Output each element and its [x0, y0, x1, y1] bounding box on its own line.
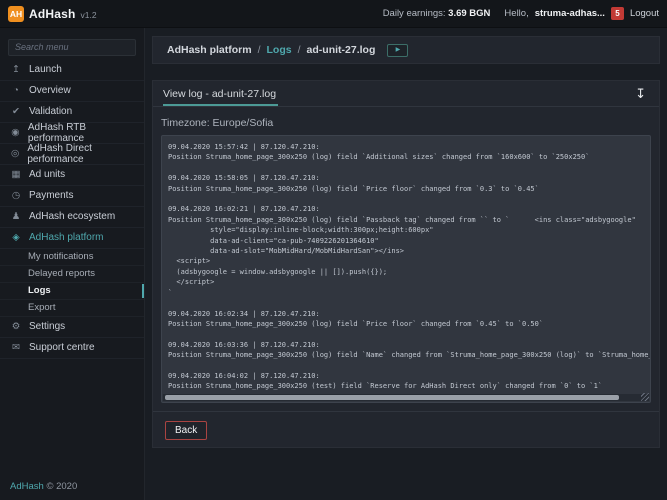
- resize-grip[interactable]: [641, 393, 649, 401]
- sidebar-subitem-my-notifications[interactable]: My notifications: [0, 249, 144, 266]
- download-icon[interactable]: ↧: [632, 81, 649, 107]
- sidebar-item-label: Payments: [29, 190, 73, 201]
- view-log-card: View log - ad-unit-27.log ↧ Timezone: Eu…: [152, 80, 660, 448]
- sidebar-item-label: Overview: [29, 85, 71, 96]
- card-body: Timezone: Europe/Sofia 09.04.2020 15:57:…: [153, 107, 659, 448]
- username[interactable]: struma-adhas...: [535, 8, 605, 19]
- breadcrumb-logs-link[interactable]: Logs: [267, 44, 292, 56]
- footer-brand-link[interactable]: AdHash: [10, 481, 44, 492]
- log-viewer: 09.04.2020 15:57:42 | 87.120.47.210: Pos…: [161, 135, 651, 403]
- card-header: View log - ad-unit-27.log ↧: [153, 81, 659, 107]
- breadcrumb-current-file: ad-unit-27.log: [307, 44, 376, 56]
- daily-earnings: Daily earnings: 3.69 BGN: [383, 8, 491, 19]
- sidebar: ↥ Launch ◔ Overview ✔ Validation ◉ AdHas…: [0, 28, 145, 500]
- sidebar-item-label: Ad units: [29, 169, 65, 180]
- ad-units-icon: ▦: [10, 169, 22, 180]
- brand-name: AdHash: [29, 7, 76, 21]
- sidebar-subitem-label: Export: [28, 302, 55, 313]
- breadcrumb: AdHash platform / Logs / ad-unit-27.log …: [152, 36, 660, 64]
- page-title: View log - ad-unit-27.log: [163, 81, 278, 106]
- sidebar-item-settings[interactable]: ⚙ Settings: [0, 317, 144, 338]
- sidebar-subitem-delayed-reports[interactable]: Delayed reports: [0, 266, 144, 283]
- back-row: Back: [161, 412, 651, 440]
- sidebar-nav: ↥ Launch ◔ Overview ✔ Validation ◉ AdHas…: [0, 60, 144, 474]
- breadcrumb-separator: /: [258, 44, 261, 56]
- sidebar-item-label: Validation: [29, 106, 72, 117]
- sidebar-item-ad-units[interactable]: ▦ Ad units: [0, 165, 144, 186]
- logout-button[interactable]: Logout: [630, 8, 659, 19]
- search-menu-input[interactable]: [8, 39, 136, 56]
- greeting-text: Hello,: [504, 8, 528, 19]
- log-textarea[interactable]: 09.04.2020 15:57:42 | 87.120.47.210: Pos…: [162, 136, 650, 402]
- footer-copyright: © 2020: [46, 481, 77, 492]
- sidebar-subitem-label: Delayed reports: [28, 268, 95, 279]
- sidebar-footer: AdHash © 2020: [0, 473, 144, 500]
- user-area: Hello, struma-adhas... 5 Logout: [504, 7, 659, 20]
- sidebar-item-ecosystem[interactable]: ♟ AdHash ecosystem: [0, 207, 144, 228]
- brand-version: v1.2: [81, 10, 97, 20]
- sidebar-subitem-logs[interactable]: Logs: [0, 283, 144, 300]
- play-icon: ▶: [396, 47, 401, 53]
- sidebar-item-direct-performance[interactable]: ◎ AdHash Direct performance: [0, 144, 144, 165]
- support-centre-icon: ✉: [10, 342, 22, 353]
- sidebar-subitem-label: My notifications: [28, 251, 93, 262]
- horizontal-scrollbar: [163, 394, 649, 401]
- settings-gear-icon: ⚙: [10, 321, 22, 332]
- sidebar-search: [8, 37, 136, 56]
- breadcrumb-platform[interactable]: AdHash platform: [167, 44, 252, 56]
- sidebar-item-launch[interactable]: ↥ Launch: [0, 60, 144, 81]
- sidebar-item-label: AdHash ecosystem: [29, 211, 115, 222]
- rtb-performance-icon: ◉: [10, 127, 21, 138]
- daily-earnings-label: Daily earnings:: [383, 8, 446, 19]
- topbar-right: Daily earnings: 3.69 BGN Hello, struma-a…: [383, 7, 659, 20]
- breadcrumb-separator: /: [298, 44, 301, 56]
- sidebar-item-label: AdHash platform: [29, 232, 103, 243]
- sidebar-subitem-label: Logs: [28, 285, 51, 296]
- sidebar-subitem-export[interactable]: Export: [0, 300, 144, 317]
- platform-icon: ◈: [10, 232, 22, 243]
- sidebar-item-label: Settings: [29, 321, 65, 332]
- adhash-logo-icon: AH: [8, 6, 24, 22]
- main-content: AdHash platform / Logs / ad-unit-27.log …: [145, 28, 667, 500]
- sidebar-item-support-centre[interactable]: ✉ Support centre: [0, 338, 144, 359]
- horizontal-scrollbar-thumb[interactable]: [165, 395, 619, 400]
- back-button[interactable]: Back: [165, 421, 207, 440]
- sidebar-item-label: AdHash RTB performance: [28, 122, 134, 144]
- ecosystem-icon: ♟: [10, 211, 22, 222]
- daily-earnings-value: 3.69 BGN: [448, 8, 490, 19]
- sidebar-item-label: Launch: [29, 64, 62, 75]
- sidebar-item-label: AdHash Direct performance: [27, 143, 134, 165]
- brand[interactable]: AH AdHash v1.2: [8, 6, 97, 22]
- sidebar-item-platform[interactable]: ◈ AdHash platform: [0, 228, 144, 249]
- timezone-label: Timezone: Europe/Sofia: [161, 117, 651, 129]
- payments-icon: ◷: [10, 190, 22, 201]
- notification-badge[interactable]: 5: [611, 7, 624, 20]
- top-bar: AH AdHash v1.2 Daily earnings: 3.69 BGN …: [0, 0, 667, 28]
- sidebar-item-validation[interactable]: ✔ Validation: [0, 102, 144, 123]
- sidebar-item-payments[interactable]: ◷ Payments: [0, 186, 144, 207]
- sidebar-item-overview[interactable]: ◔ Overview: [0, 81, 144, 102]
- adhash-app: AH AdHash v1.2 Daily earnings: 3.69 BGN …: [0, 0, 667, 500]
- launch-icon: ↥: [10, 64, 22, 75]
- direct-performance-icon: ◎: [10, 148, 20, 159]
- validation-icon: ✔: [10, 106, 22, 117]
- sidebar-item-rtb-performance[interactable]: ◉ AdHash RTB performance: [0, 123, 144, 144]
- overview-icon: ◔: [10, 85, 22, 96]
- play-log-button[interactable]: ▶: [387, 44, 408, 57]
- sidebar-item-label: Support centre: [29, 342, 95, 353]
